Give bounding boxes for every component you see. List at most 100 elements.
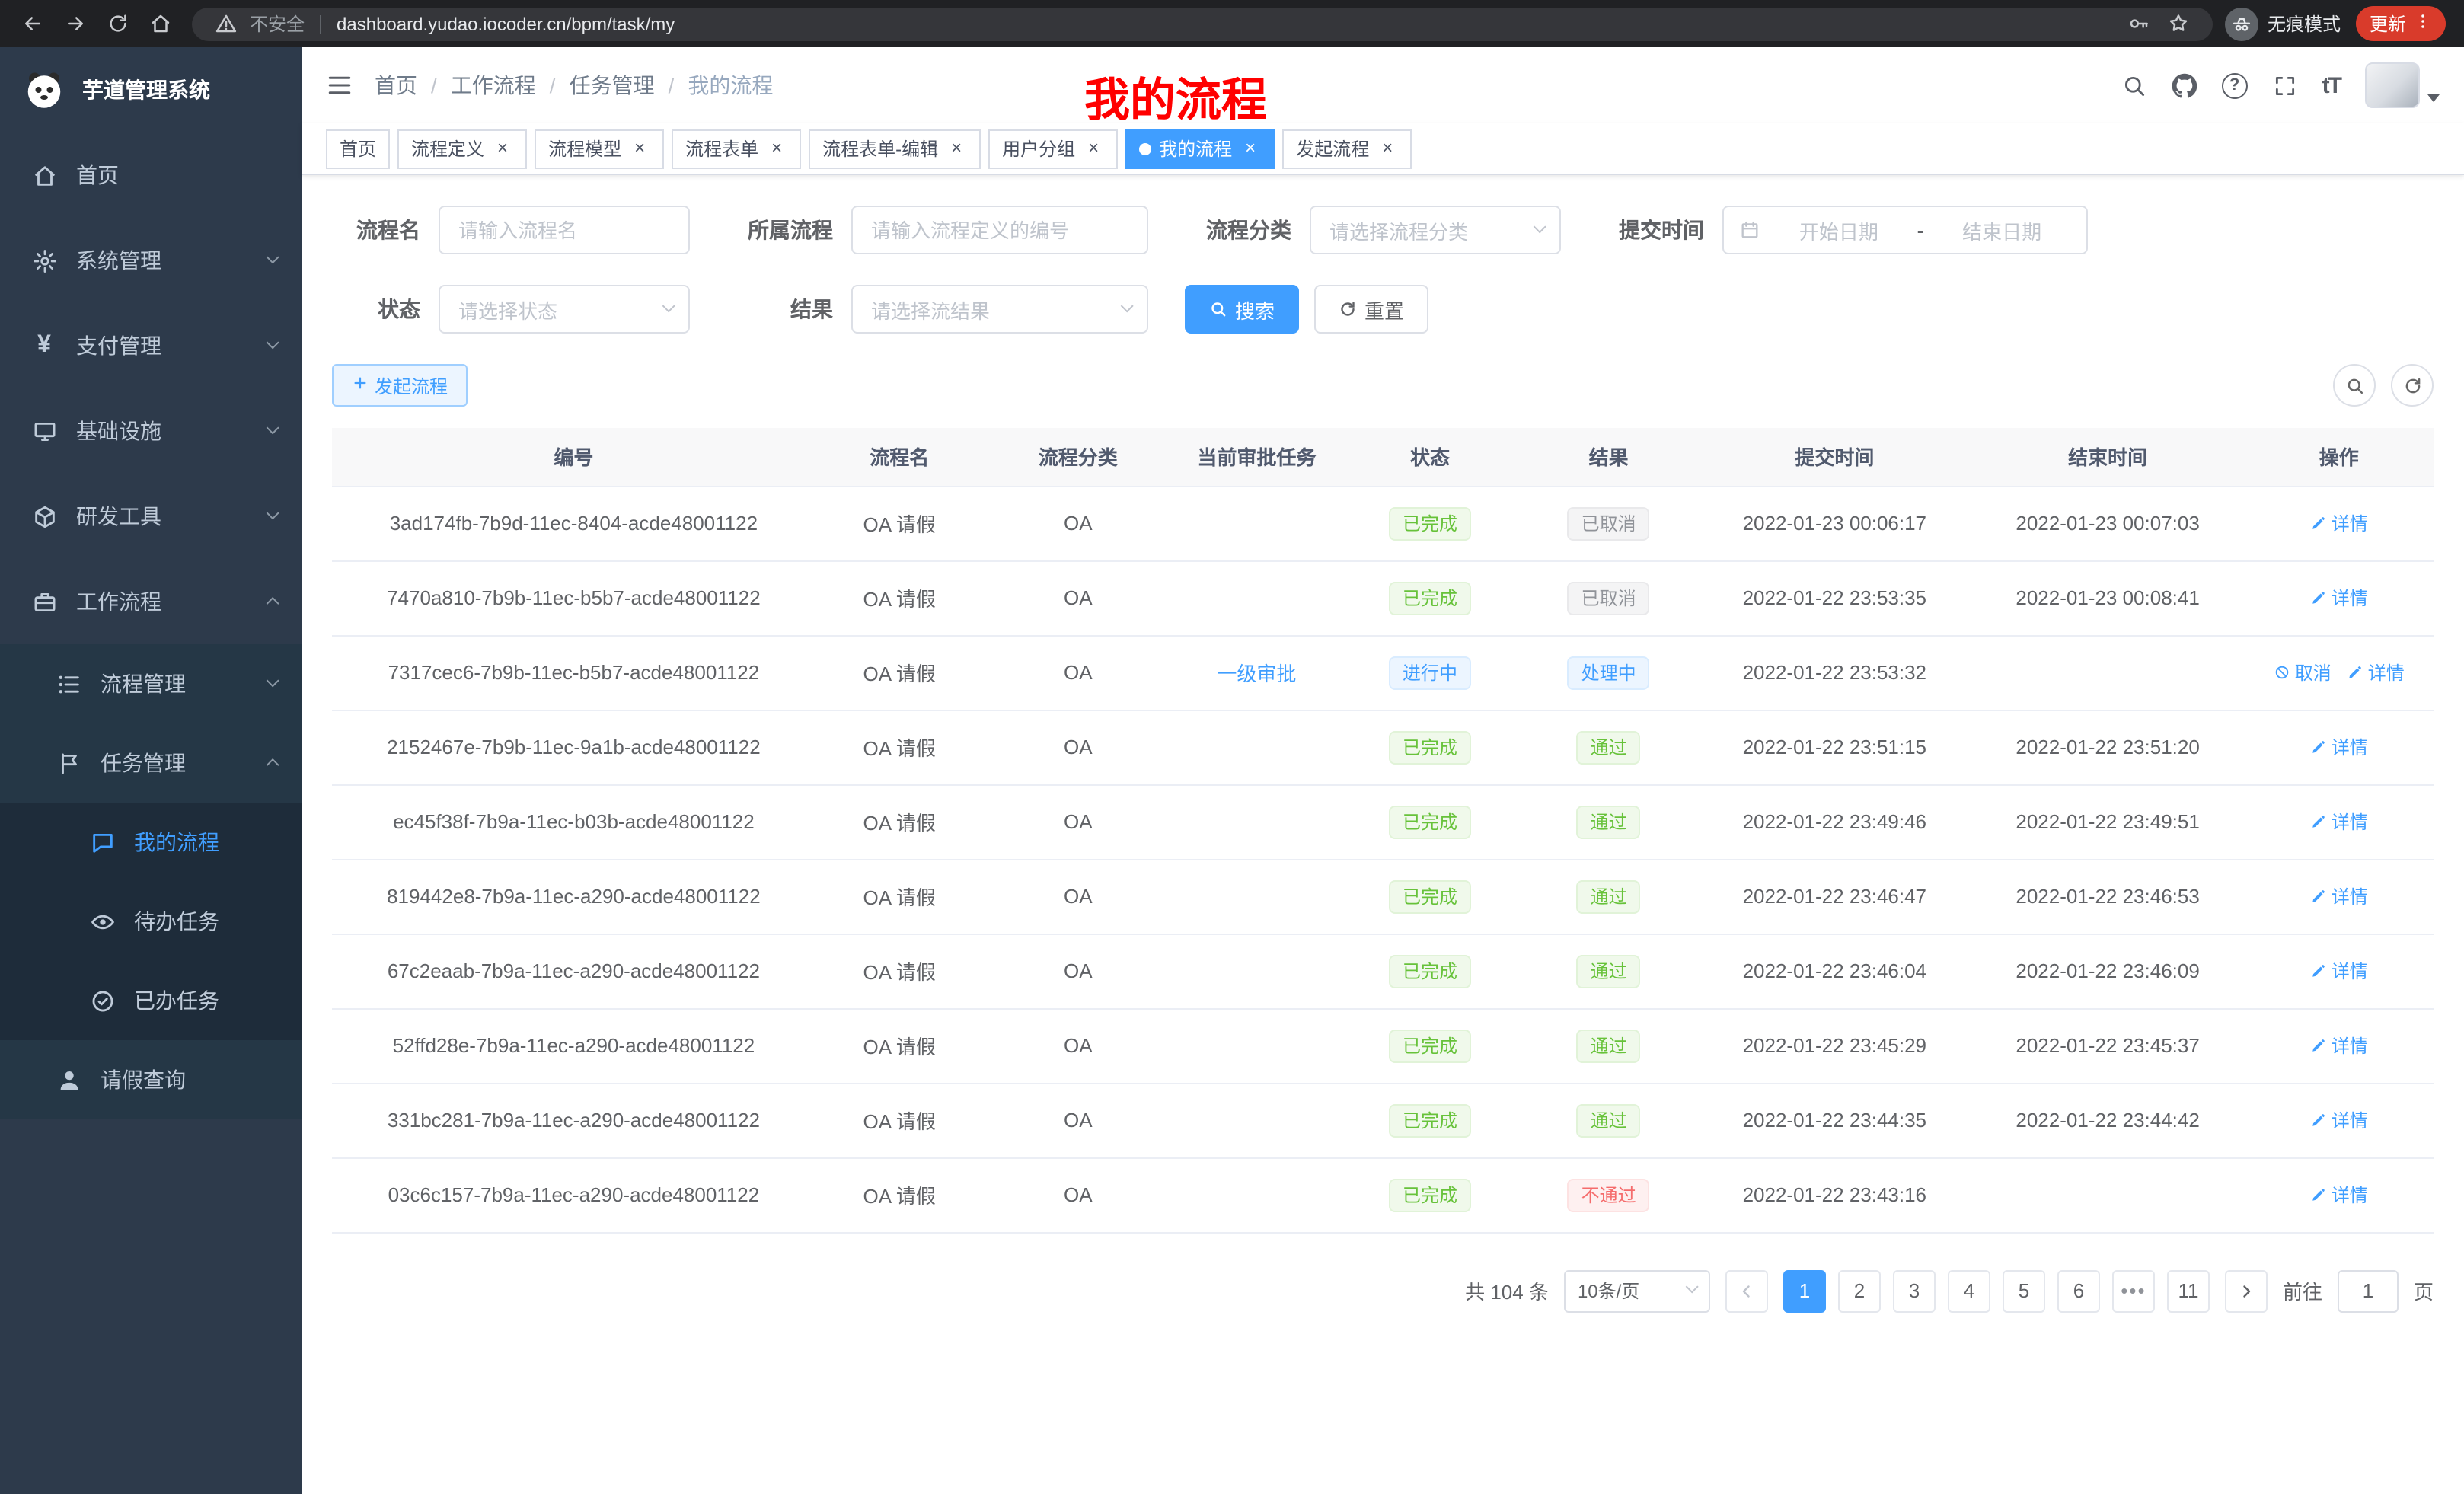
hamburger-icon[interactable] xyxy=(326,72,353,99)
row-actions: 详情 xyxy=(2245,934,2434,1008)
more-pages-button[interactable]: ••• xyxy=(2112,1269,2155,1312)
detail-link[interactable]: 详情 xyxy=(2310,1182,2368,1208)
reload-icon[interactable] xyxy=(97,4,137,43)
fullscreen-icon[interactable] xyxy=(2272,72,2298,98)
close-icon[interactable]: × xyxy=(1240,138,1261,159)
submit-time: 2022-01-22 23:53:35 xyxy=(1743,586,1926,609)
refresh-table-button[interactable] xyxy=(2391,364,2434,407)
page-button-11[interactable]: 11 xyxy=(2167,1269,2210,1312)
page-button-2[interactable]: 2 xyxy=(1838,1269,1881,1312)
submit-time-range-picker[interactable]: 开始日期 - 结束日期 xyxy=(1722,206,2088,254)
detail-link[interactable]: 详情 xyxy=(2310,1033,2368,1058)
detail-link[interactable]: 详情 xyxy=(2310,958,2368,984)
github-icon[interactable] xyxy=(2172,72,2197,98)
sidebar-item-task-management[interactable]: 任务管理 xyxy=(0,723,302,803)
sidebar-item-infrastructure[interactable]: 基础设施 xyxy=(0,388,302,474)
toggle-search-button[interactable] xyxy=(2333,364,2376,407)
update-button[interactable]: 更新 xyxy=(2356,6,2446,41)
tab-process-form[interactable]: 流程表单× xyxy=(672,129,801,168)
tab-process-form-edit[interactable]: 流程表单-编辑× xyxy=(809,129,981,168)
sidebar-item-system[interactable]: 系统管理 xyxy=(0,218,302,303)
detail-link[interactable]: 详情 xyxy=(2310,1107,2368,1133)
tab-home[interactable]: 首页 xyxy=(326,129,390,168)
forward-icon[interactable] xyxy=(55,4,94,43)
submit-time: 2022-01-22 23:46:47 xyxy=(1743,885,1926,908)
breadcrumb-task-management[interactable]: 任务管理 xyxy=(570,70,655,101)
process-category: OA xyxy=(1064,810,1093,833)
column-header-submit-time: 提交时间 xyxy=(1698,428,1971,486)
cancel-link[interactable]: 取消 xyxy=(2274,659,2332,685)
devtools-icon xyxy=(30,503,58,530)
page-button-5[interactable]: 5 xyxy=(2003,1269,2045,1312)
detail-link[interactable]: 详情 xyxy=(2310,510,2368,536)
create-process-button[interactable]: 发起流程 xyxy=(332,364,468,407)
result-select[interactable]: 请选择流结果 xyxy=(851,285,1148,334)
tab-my-process[interactable]: 我的流程× xyxy=(1125,129,1275,168)
close-icon[interactable]: × xyxy=(1083,138,1104,159)
next-page-button[interactable] xyxy=(2225,1269,2268,1312)
chevron-down-icon xyxy=(266,507,279,521)
page-button-6[interactable]: 6 xyxy=(2057,1269,2100,1312)
tab-start-process[interactable]: 发起流程× xyxy=(1282,129,1412,168)
address-bar[interactable]: 不安全 dashboard.yudao.iocoder.cn/bpm/task/… xyxy=(192,7,2213,40)
sidebar-item-done-tasks[interactable]: 已办任务 xyxy=(0,961,302,1040)
detail-link[interactable]: 详情 xyxy=(2310,585,2368,611)
app-logo[interactable]: 芋道管理系统 xyxy=(0,47,302,132)
process-category: OA xyxy=(1064,512,1093,535)
page-button-4[interactable]: 4 xyxy=(1948,1269,1990,1312)
search-icon[interactable] xyxy=(2121,72,2147,98)
page-button-3[interactable]: 3 xyxy=(1893,1269,1936,1312)
process-category: OA xyxy=(1064,736,1093,758)
close-icon[interactable]: × xyxy=(629,138,650,159)
breadcrumb-workflow[interactable]: 工作流程 xyxy=(451,70,536,101)
process-category: OA xyxy=(1064,586,1093,609)
end-date-placeholder: 结束日期 xyxy=(1933,215,2071,244)
process-definition-input[interactable] xyxy=(851,206,1148,254)
detail-link[interactable]: 详情 xyxy=(2347,659,2405,685)
sidebar-item-my-process[interactable]: 我的流程 xyxy=(0,803,302,882)
sidebar-item-process-management[interactable]: 流程管理 xyxy=(0,644,302,723)
detail-link[interactable]: 详情 xyxy=(2310,734,2368,760)
process-name: OA 请假 xyxy=(863,886,936,909)
process-category-select[interactable]: 请选择流程分类 xyxy=(1310,206,1561,254)
tab-user-group[interactable]: 用户分组× xyxy=(988,129,1118,168)
process-id: 2152467e-7b9b-11ec-9a1b-acde48001122 xyxy=(387,736,761,758)
page-size-select[interactable]: 10条/页 xyxy=(1564,1269,1710,1312)
process-name-input[interactable] xyxy=(439,206,690,254)
reset-button[interactable]: 重置 xyxy=(1314,285,1428,334)
goto-page-input[interactable] xyxy=(2338,1269,2399,1312)
sidebar-item-leave-query[interactable]: 请假查询 xyxy=(0,1040,302,1119)
sidebar-item-home[interactable]: 首页 xyxy=(0,132,302,218)
sidebar-item-devtools[interactable]: 研发工具 xyxy=(0,474,302,559)
key-icon[interactable] xyxy=(2124,8,2155,39)
star-icon[interactable] xyxy=(2164,8,2194,39)
back-icon[interactable] xyxy=(12,4,52,43)
sidebar-item-payment[interactable]: ¥ 支付管理 xyxy=(0,303,302,388)
close-icon[interactable]: × xyxy=(492,138,513,159)
breadcrumb-home[interactable]: 首页 xyxy=(375,70,417,101)
close-icon[interactable]: × xyxy=(766,138,787,159)
font-size-icon[interactable]: tT xyxy=(2322,72,2341,98)
detail-link[interactable]: 详情 xyxy=(2310,809,2368,835)
security-label[interactable]: 不安全 xyxy=(250,11,305,37)
close-icon[interactable]: × xyxy=(1377,138,1398,159)
sidebar-item-workflow[interactable]: 工作流程 xyxy=(0,559,302,644)
detail-link[interactable]: 详情 xyxy=(2310,883,2368,909)
divider xyxy=(320,14,321,33)
page-button-1[interactable]: 1 xyxy=(1783,1269,1826,1312)
close-icon[interactable]: × xyxy=(946,138,967,159)
end-time: 2022-01-22 23:44:42 xyxy=(2016,1109,2199,1132)
help-icon[interactable]: ? xyxy=(2222,72,2248,98)
tab-process-definition[interactable]: 流程定义× xyxy=(397,129,527,168)
status-tag: 已完成 xyxy=(1389,581,1471,615)
search-button[interactable]: 搜索 xyxy=(1185,285,1299,334)
sidebar: 芋道管理系统 首页 系统管理 ¥ 支付管理 xyxy=(0,47,302,1494)
prev-page-button[interactable] xyxy=(1725,1269,1768,1312)
sidebar-item-todo-tasks[interactable]: 待办任务 xyxy=(0,882,302,961)
tab-process-model[interactable]: 流程模型× xyxy=(535,129,664,168)
home-icon xyxy=(30,161,58,189)
status-select[interactable]: 请选择状态 xyxy=(439,285,690,334)
user-avatar[interactable] xyxy=(2365,62,2440,108)
current-task-link[interactable]: 一级审批 xyxy=(1217,662,1296,685)
home-button-icon[interactable] xyxy=(140,4,180,43)
